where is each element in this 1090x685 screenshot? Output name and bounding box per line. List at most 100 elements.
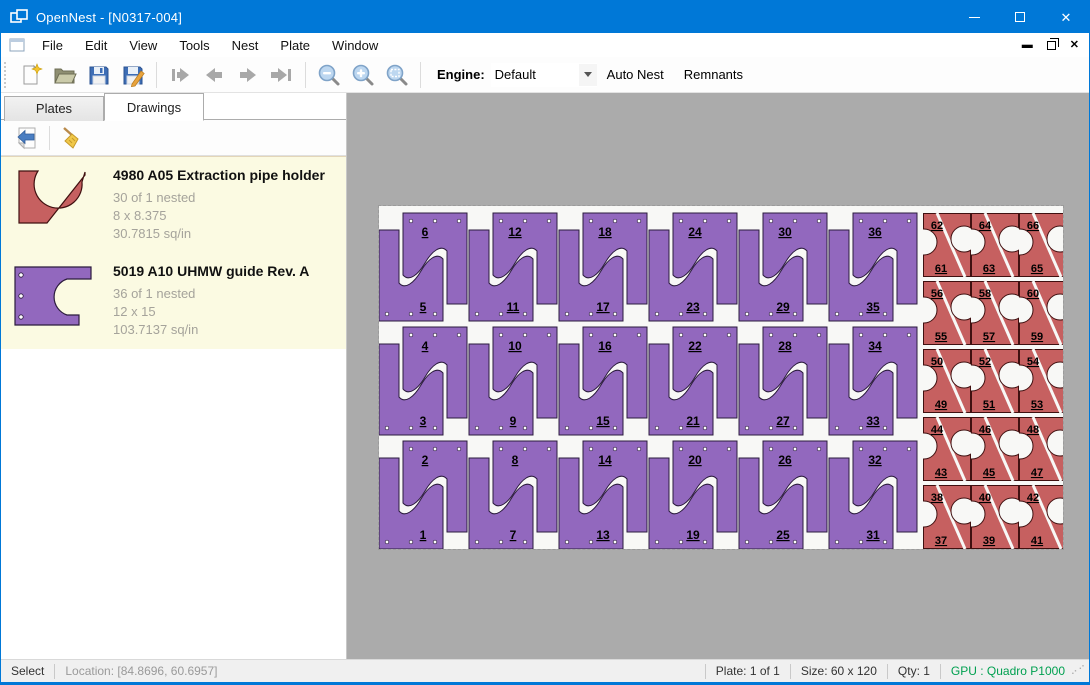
part-number: 26	[778, 453, 792, 467]
part-number: 28	[778, 339, 792, 353]
purple-part-pair[interactable]: 2423	[649, 213, 737, 321]
maximize-icon	[1015, 12, 1025, 22]
purple-part-pair[interactable]: 1817	[559, 213, 647, 321]
part-number: 38	[931, 492, 943, 504]
drill-hole	[769, 540, 773, 544]
purple-part-pair[interactable]: 2625	[739, 441, 827, 549]
tab-drawings[interactable]: Drawings	[104, 93, 204, 121]
purple-part-pair[interactable]: 21	[379, 441, 467, 549]
engine-combobox[interactable]: Default	[491, 63, 597, 87]
purple-part-pair[interactable]: 109	[469, 327, 557, 435]
zoom-fit-button[interactable]	[380, 60, 414, 90]
go-last-icon	[270, 63, 294, 87]
list-item[interactable]: 4980 A05 Extraction pipe holder 30 of 1 …	[1, 157, 346, 253]
drill-hole	[613, 447, 617, 451]
app-icon	[10, 9, 28, 25]
purple-part-pair[interactable]: 2019	[649, 441, 737, 549]
next-plate-button[interactable]	[231, 60, 265, 90]
red-part-pair[interactable]: 5049	[911, 349, 977, 413]
tab-plates[interactable]: Plates	[4, 96, 104, 121]
minimize-button[interactable]	[951, 1, 997, 33]
clean-drawings-button[interactable]	[56, 124, 88, 152]
mdi-restore-icon[interactable]	[1047, 41, 1056, 50]
drill-hole	[409, 426, 413, 430]
import-drawing-icon	[15, 126, 39, 150]
part-number: 20	[688, 453, 702, 467]
purple-part-pair[interactable]: 87	[469, 441, 557, 549]
drill-hole	[523, 312, 527, 316]
purple-part-pair[interactable]: 3433	[829, 327, 917, 435]
last-plate-button[interactable]	[265, 60, 299, 90]
chevron-down-icon	[584, 72, 592, 77]
menu-nest[interactable]: Nest	[221, 35, 270, 56]
previous-plate-button[interactable]	[197, 60, 231, 90]
plate-sheet[interactable]: 654321 121110987 181716151413 242322212019 3…	[379, 206, 1063, 549]
drill-hole	[523, 540, 527, 544]
red-part-pair[interactable]: 4443	[911, 417, 977, 481]
new-file-icon	[19, 63, 43, 87]
red-part-pair[interactable]: 5655	[911, 281, 977, 345]
part-number: 11	[507, 300, 520, 314]
menu-file[interactable]: File	[31, 35, 74, 56]
menu-edit[interactable]: Edit	[74, 35, 118, 56]
red-part-pair[interactable]: 6261	[911, 213, 977, 277]
auto-nest-button[interactable]: Auto Nest	[597, 61, 674, 88]
maximize-button[interactable]	[997, 1, 1043, 33]
drill-hole	[589, 312, 593, 316]
red-part-pair[interactable]: 38 37	[911, 485, 977, 549]
combo-dropdown-button[interactable]	[579, 64, 597, 86]
drill-hole	[817, 447, 821, 451]
open-button[interactable]	[48, 60, 82, 90]
import-drawing-button[interactable]	[11, 124, 43, 152]
side-panel: Plates Drawings	[1, 93, 347, 659]
zoom-in-icon	[351, 63, 375, 87]
menu-view[interactable]: View	[118, 35, 168, 56]
drill-hole	[637, 333, 641, 337]
purple-part-pair[interactable]: 3029	[739, 213, 827, 321]
go-first-icon	[168, 63, 192, 87]
toolbar-separator	[305, 62, 306, 88]
part-number: 40	[979, 492, 991, 504]
mdi-minimize-icon[interactable]: ▬	[1022, 40, 1033, 51]
mdi-close-icon[interactable]: ✕	[1070, 40, 1079, 51]
drill-hole	[637, 219, 641, 223]
menu-tools[interactable]: Tools	[168, 35, 220, 56]
list-item[interactable]: 5019 A10 UHMW guide Rev. A 36 of 1 neste…	[1, 253, 346, 349]
part-number: 56	[931, 288, 943, 300]
drill-hole	[679, 219, 683, 223]
zoom-in-button[interactable]	[346, 60, 380, 90]
drill-hole	[565, 312, 569, 316]
drill-hole	[835, 312, 839, 316]
purple-part-pair[interactable]: 43	[379, 327, 467, 435]
save-button[interactable]	[82, 60, 116, 90]
drawing-nested-count: 30 of 1 nested	[113, 189, 325, 207]
menu-plate[interactable]: Plate	[269, 35, 321, 56]
nest-canvas[interactable]: 654321 121110987 181716151413 242322212019 3…	[347, 93, 1089, 659]
toolbar-grip[interactable]	[4, 62, 9, 88]
purple-part-pair[interactable]: 1615	[559, 327, 647, 435]
purple-part-pair[interactable]: 2221	[649, 327, 737, 435]
first-plate-button[interactable]	[163, 60, 197, 90]
drawings-list: 4980 A05 Extraction pipe holder 30 of 1 …	[1, 156, 346, 349]
purple-part-pair[interactable]: 2827	[739, 327, 827, 435]
purple-part-pair[interactable]: 1413	[559, 441, 647, 549]
toolbar-separator	[49, 126, 50, 150]
new-file-button[interactable]	[14, 60, 48, 90]
zoom-out-button[interactable]	[312, 60, 346, 90]
drill-hole	[883, 426, 887, 430]
purple-part-pair[interactable]: 1211	[469, 213, 557, 321]
window-title: OpenNest - [N0317-004]	[36, 10, 182, 25]
drill-hole	[523, 426, 527, 430]
purple-part-pair[interactable]: 3635	[829, 213, 917, 321]
remnants-button[interactable]: Remnants	[674, 61, 753, 88]
save-as-button[interactable]	[116, 60, 150, 90]
part-number: 37	[935, 535, 947, 547]
purple-part-pair[interactable]: 3231	[829, 441, 917, 549]
close-button[interactable]: ✕	[1043, 1, 1089, 33]
menu-window[interactable]: Window	[321, 35, 389, 56]
resize-grip[interactable]: ⡠⠊	[1075, 664, 1089, 678]
drill-hole	[703, 312, 707, 316]
engine-label: Engine:	[437, 67, 485, 82]
purple-part-pair[interactable]: 65	[379, 213, 467, 321]
part-number: 54	[1027, 356, 1040, 368]
